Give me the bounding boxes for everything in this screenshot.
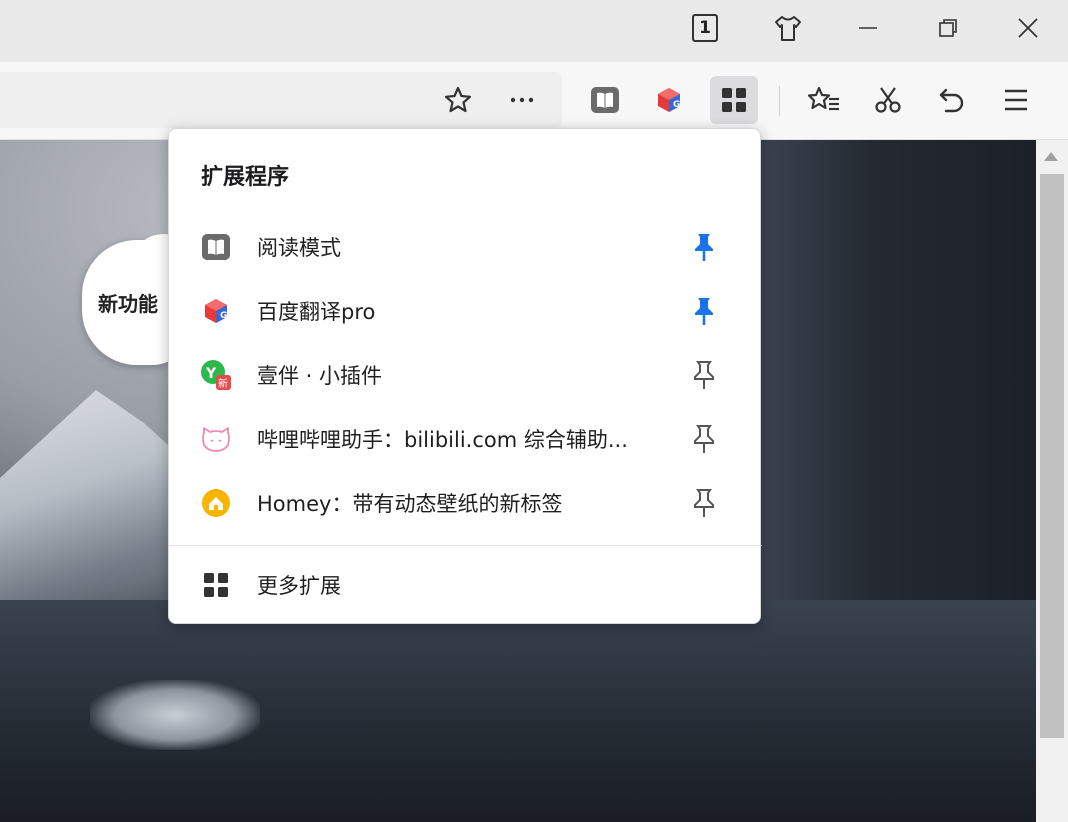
star-icon[interactable] [434, 76, 482, 124]
popup-title: 扩展程序 [201, 165, 290, 190]
reader-mode-icon [199, 230, 233, 264]
pin-icon[interactable] [689, 358, 719, 392]
svg-text:G: G [220, 311, 227, 321]
scroll-up-arrow-icon[interactable] [1044, 152, 1058, 161]
close-button[interactable] [1004, 8, 1052, 48]
snow-image [90, 680, 260, 750]
extension-label: Homey：带有动态壁纸的新标签 [257, 492, 563, 516]
extension-item-bilibili[interactable]: 哔哩哔哩助手：bilibili.com 综合辅助... [169, 407, 762, 471]
extension-item-homey[interactable]: Homey：带有动态壁纸的新标签 [169, 471, 762, 535]
extensions-icon[interactable] [710, 76, 758, 124]
svg-text:G: G [673, 100, 680, 110]
extensions-grid-icon [199, 568, 233, 602]
extension-label: 哔哩哔哩助手：bilibili.com 综合辅助... [257, 428, 628, 452]
more-extensions-label: 更多扩展 [257, 574, 341, 598]
title-bar: 1 [0, 0, 1068, 62]
popup-divider [169, 545, 762, 546]
extension-label: 壹伴 · 小插件 [257, 364, 383, 388]
favorites-icon[interactable] [800, 76, 848, 124]
pin-icon[interactable] [689, 486, 719, 520]
yiban-icon: Y新 [199, 358, 233, 392]
toolbar-divider [779, 86, 780, 116]
reader-mode-icon[interactable] [581, 76, 629, 124]
extension-item-reader-mode[interactable]: 阅读模式 [169, 215, 762, 279]
extension-item-yiban[interactable]: Y新 壹伴 · 小插件 [169, 343, 762, 407]
homey-icon [199, 486, 233, 520]
scroll-thumb[interactable] [1040, 174, 1064, 738]
bilibili-icon [199, 422, 233, 456]
more-icon[interactable] [498, 76, 546, 124]
minimize-button[interactable] [844, 8, 892, 48]
new-feature-text: 新功能 [98, 292, 158, 316]
extension-label: 百度翻译pro [257, 300, 376, 324]
baidu-translate-icon: G [199, 294, 233, 328]
extensions-popup: 扩展程序 阅读模式 G 百度翻译pro Y新 壹伴 · 小插件 哔哩哔哩助手：b… [168, 128, 762, 624]
restore-button[interactable] [924, 8, 972, 48]
svg-text:Y: Y [205, 366, 217, 382]
undo-icon[interactable] [928, 76, 976, 124]
pin-icon[interactable] [689, 422, 719, 456]
extension-label: 阅读模式 [257, 236, 341, 260]
baidu-translate-icon[interactable]: G [645, 76, 693, 124]
scissors-icon[interactable] [864, 76, 912, 124]
tab-count-button[interactable]: 1 [692, 14, 718, 42]
more-extensions-item[interactable]: 更多扩展 [169, 553, 762, 617]
svg-text:新: 新 [218, 377, 228, 390]
skin-icon[interactable] [764, 8, 812, 48]
menu-icon[interactable] [992, 76, 1040, 124]
extension-item-baidu-translate[interactable]: G 百度翻译pro [169, 279, 762, 343]
pin-icon[interactable] [689, 230, 719, 264]
scrollbar[interactable] [1036, 140, 1068, 822]
pin-icon[interactable] [689, 294, 719, 328]
